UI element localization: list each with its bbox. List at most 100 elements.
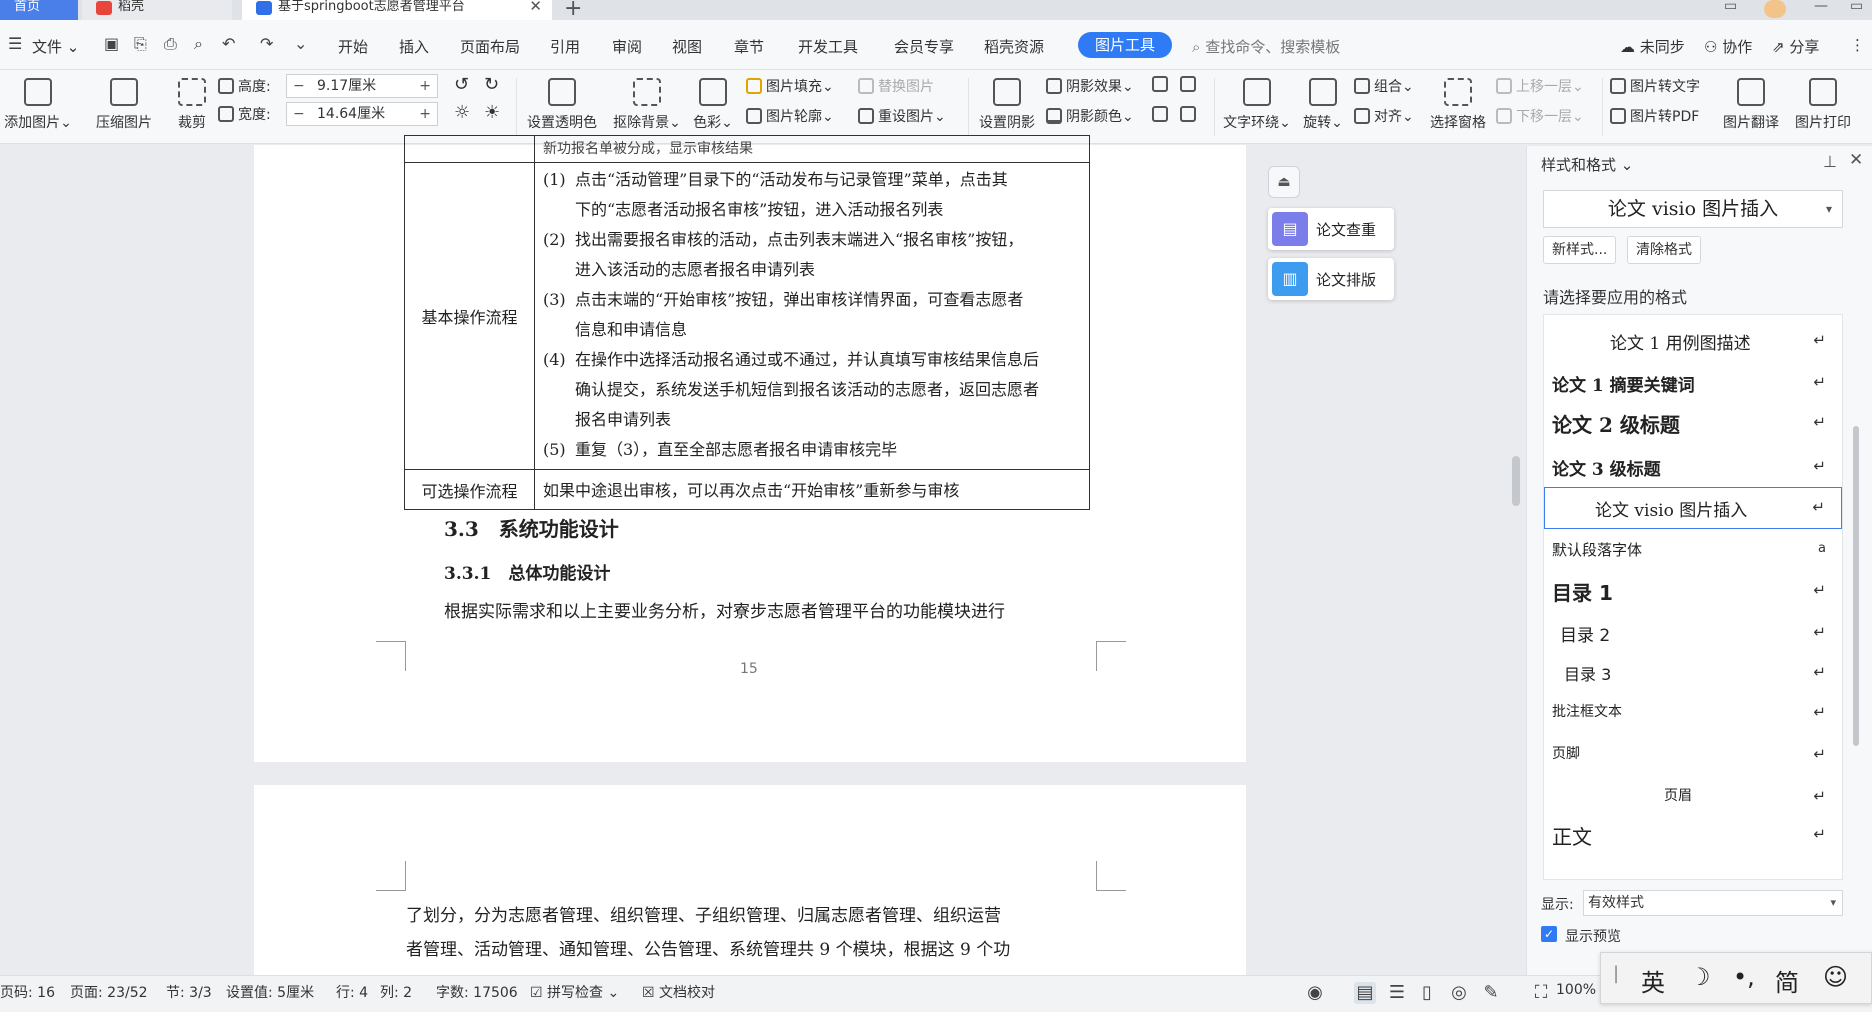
redo-icon[interactable]: ↷ [260, 34, 280, 54]
avatar[interactable] [1764, 0, 1786, 18]
style-item[interactable]: 页脚 ↵ [1544, 735, 1842, 775]
maximize-icon[interactable]: ▭ [1850, 0, 1863, 14]
print-preview-icon[interactable]: ⌕ [194, 34, 214, 54]
menu-developer[interactable]: 开发工具 [798, 36, 858, 57]
menu-references[interactable]: 引用 [550, 36, 580, 57]
status-page[interactable]: 页面: 23/52 [70, 982, 148, 1002]
rotate-left-icon[interactable]: ↺ [454, 74, 469, 95]
minimize-icon[interactable]: — [1814, 0, 1828, 14]
shadow-up-icon[interactable] [1152, 76, 1172, 93]
spell-check-button[interactable]: ☑ 拼写检查 ⌄ [530, 982, 619, 1002]
eye-protection-icon[interactable]: ◉ [1304, 982, 1326, 1004]
doc-proofread-button[interactable]: ☒ 文档校对 [642, 982, 715, 1002]
page-view-icon[interactable]: ▤ [1354, 982, 1376, 1004]
style-item[interactable]: 论文 1 用例图描述 ↵ [1544, 321, 1842, 361]
quick-access-more-icon[interactable]: ⌄ [294, 34, 314, 54]
save-icon[interactable]: ▣ [104, 34, 124, 54]
share-button[interactable]: ⇗ 分享 [1772, 36, 1819, 57]
picture-translate-button[interactable]: 图片翻译 [1718, 78, 1784, 132]
ime-halfwidth-icon[interactable]: ☽ [1689, 963, 1711, 991]
status-col[interactable]: 列: 2 [380, 982, 412, 1002]
add-tab-icon[interactable]: + [564, 0, 582, 21]
brightness-down-icon[interactable]: ☀ [484, 102, 500, 123]
current-style-select[interactable]: 论文 visio 图片插入 ▾ [1543, 190, 1843, 228]
remove-background-button[interactable]: 抠除背景⌄ [610, 78, 684, 132]
picture-print-button[interactable]: 图片打印 [1790, 78, 1856, 132]
menu-docer-resources[interactable]: 稻壳资源 [984, 36, 1044, 57]
show-preview-checkbox[interactable]: ✓ [1541, 926, 1557, 942]
height-field[interactable]: − 9.17厘米 + [286, 74, 438, 98]
menu-home[interactable]: 开始 [338, 36, 368, 57]
web-view-icon[interactable]: ◎ [1448, 982, 1470, 1004]
style-item[interactable]: 目录 2 ↵ [1544, 613, 1842, 653]
reset-picture-button[interactable]: 重设图片⌄ [858, 106, 946, 126]
style-item[interactable]: 默认段落字体 a [1544, 531, 1842, 571]
undo-icon[interactable]: ↶ [222, 34, 242, 54]
show-select[interactable]: 有效样式 ▾ [1583, 890, 1843, 916]
zoom-level[interactable]: 100% [1556, 982, 1596, 998]
ime-punctuation-icon[interactable]: •, [1733, 963, 1755, 991]
ime-simplified[interactable]: 简 [1775, 963, 1799, 998]
tab-docer[interactable]: 稻壳 [82, 0, 232, 20]
menu-insert[interactable]: 插入 [399, 36, 429, 57]
new-style-button[interactable]: 新样式... [1543, 236, 1617, 264]
ime-emoji-icon[interactable]: ☺ [1823, 963, 1848, 991]
style-item[interactable]: 目录 1 ↵ [1544, 571, 1842, 611]
fit-page-icon[interactable]: ⛶ [1530, 982, 1552, 1004]
style-item[interactable]: 论文 3 级标题 ↵ [1544, 447, 1842, 487]
document-scrollbar[interactable] [1508, 146, 1524, 986]
picture-fill-button[interactable]: 图片填充⌄ [746, 76, 834, 96]
menu-file[interactable]: 文件 ⌄ [32, 36, 79, 57]
menu-review[interactable]: 审阅 [612, 36, 642, 57]
height-decrease[interactable]: − [293, 75, 305, 97]
styles-panel-title[interactable]: 样式和格式 ⌄ [1541, 154, 1633, 175]
paper-format-button[interactable]: ▥ 论文排版 [1268, 258, 1394, 300]
crop-button[interactable]: 裁剪 [172, 78, 212, 132]
picture-outline-button[interactable]: 图片轮廓⌄ [746, 106, 834, 126]
shadow-left-icon[interactable] [1152, 106, 1172, 123]
width-increase[interactable]: + [419, 103, 431, 125]
write-mode-icon[interactable]: ✎ [1480, 982, 1502, 1004]
status-setting[interactable]: 设置值: 5厘米 [226, 982, 314, 1002]
color-button[interactable]: 色彩⌄ [690, 78, 736, 132]
menu-view[interactable]: 视图 [672, 36, 702, 57]
width-decrease[interactable]: − [293, 103, 305, 125]
shadow-down-icon[interactable] [1180, 76, 1200, 93]
height-increase[interactable]: + [419, 75, 431, 97]
pin-icon[interactable]: ⊥ [1823, 152, 1837, 171]
style-item[interactable]: 页眉 ↵ [1544, 777, 1842, 817]
style-list[interactable]: 论文 1 用例图描述 ↵ 论文 1 摘要关键词 ↵ 论文 2 级标题 ↵ 论文 3 级… [1543, 314, 1843, 880]
menu-chapter[interactable]: 章节 [734, 36, 764, 57]
page-16[interactable]: 了划分，分为志愿者管理、组织管理、子组织管理、归属志愿者管理、组织运营 者管理、… [254, 785, 1246, 985]
print-icon[interactable]: ⎙ [164, 34, 184, 54]
add-picture-button[interactable]: 添加图片⌄ [2, 78, 74, 132]
style-item[interactable]: 批注框文本 ↵ [1544, 693, 1842, 733]
status-word-count[interactable]: 字数: 17506 [436, 982, 518, 1002]
rotate-right-icon[interactable]: ↻ [484, 74, 499, 95]
style-item[interactable]: 正文 ↵ [1544, 815, 1842, 855]
close-tab-icon[interactable]: ✕ [529, 0, 542, 14]
reading-view-icon[interactable]: ▯ [1416, 982, 1438, 1004]
picture-to-pdf-button[interactable]: 图片转PDF [1610, 106, 1699, 126]
picture-to-text-button[interactable]: 图片转文字 [1610, 76, 1700, 96]
compress-picture-button[interactable]: 压缩图片 [92, 78, 156, 132]
close-icon[interactable]: ✕ [1849, 150, 1863, 170]
style-item-selected[interactable]: 论文 visio 图片插入 ↵ [1544, 487, 1842, 529]
sync-status[interactable]: ☁ 未同步 [1620, 36, 1685, 57]
style-item[interactable]: 论文 1 摘要关键词 ↵ [1544, 363, 1842, 403]
outline-view-icon[interactable]: ☰ [1386, 982, 1408, 1004]
selection-pane-button[interactable]: 选择窗格 [1426, 78, 1490, 132]
style-list-scrollbar-thumb[interactable] [1853, 426, 1859, 746]
width-field[interactable]: − 14.64厘米 + [286, 102, 438, 126]
shadow-right-icon[interactable] [1180, 106, 1200, 123]
hamburger-icon[interactable]: ☰ [8, 34, 28, 54]
status-section[interactable]: 节: 3/3 [166, 982, 212, 1002]
text-wrap-button[interactable]: 文字环绕⌄ [1220, 78, 1294, 132]
export-icon[interactable]: ⎘ [134, 34, 154, 54]
status-row[interactable]: 行: 4 [336, 982, 368, 1002]
menu-page-layout[interactable]: 页面布局 [460, 36, 520, 57]
ime-grip-icon[interactable]: | [1613, 963, 1619, 984]
document-scrollbar-thumb[interactable] [1512, 456, 1520, 506]
rotate-button[interactable]: 旋转⌄ [1300, 78, 1346, 132]
menu-picture-tools[interactable]: 图片工具 [1078, 32, 1172, 58]
